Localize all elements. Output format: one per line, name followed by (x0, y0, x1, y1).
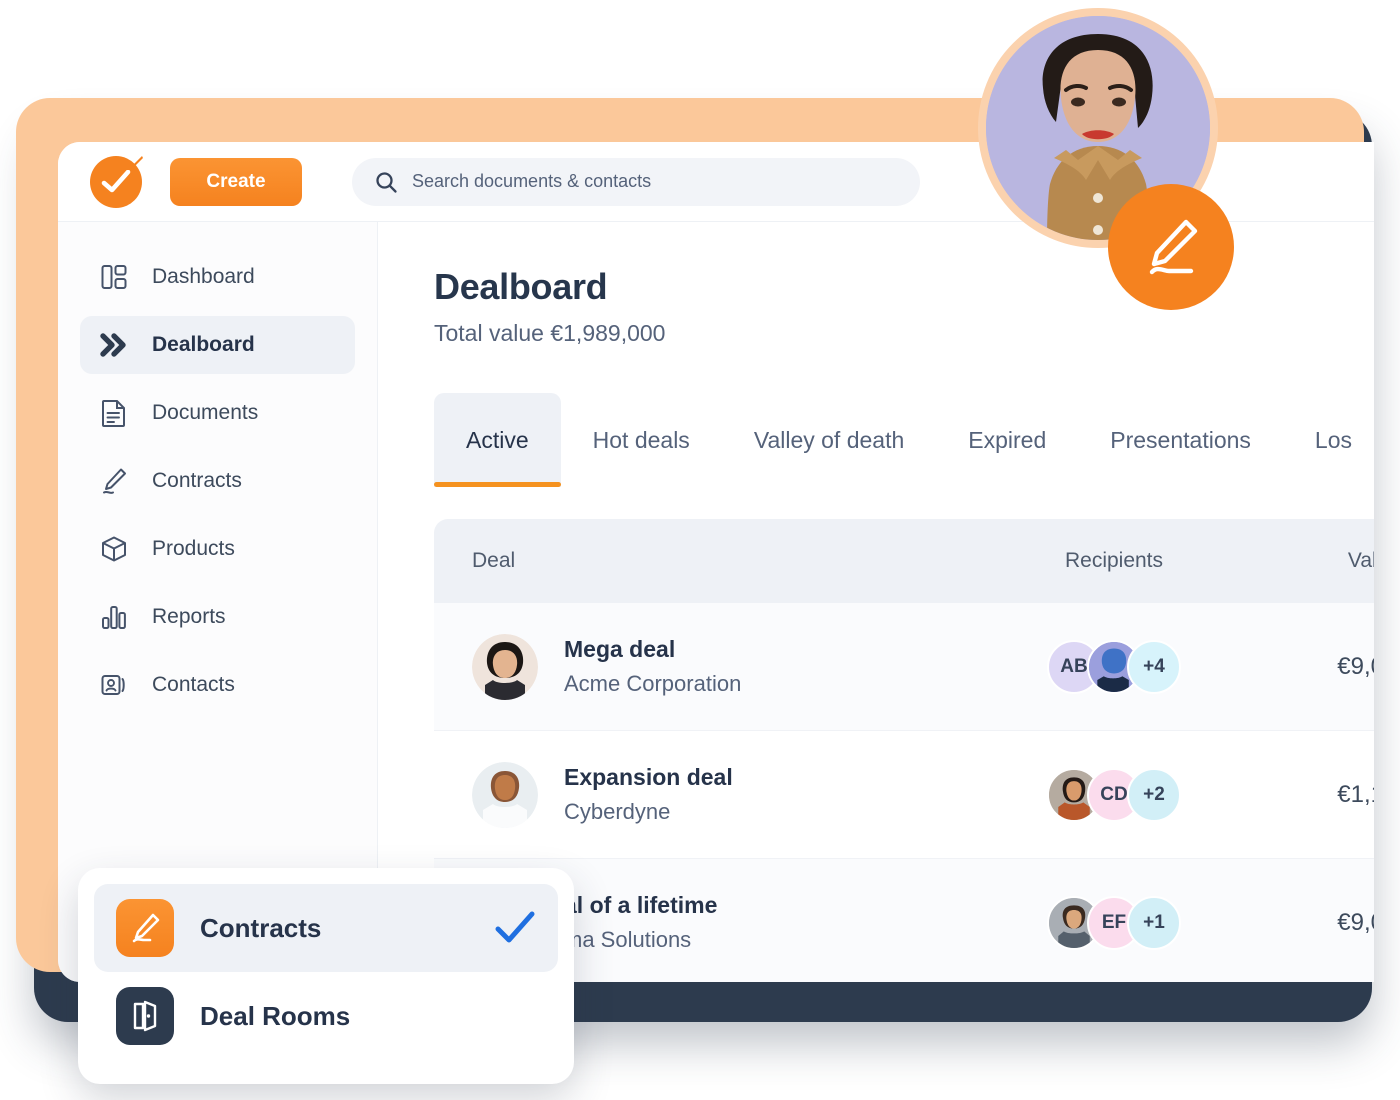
sidebar-item-label: Dashboard (152, 265, 255, 288)
sidebar-item-label: Reports (152, 605, 226, 628)
deal-name: Expansion deal (564, 764, 733, 790)
recipient-avatars[interactable]: EF +1 (1047, 895, 1181, 950)
sidebar-item-contacts[interactable]: Contacts (80, 656, 355, 714)
sidebar-item-documents[interactable]: Documents (80, 384, 355, 442)
popup-item-contracts[interactable]: Contracts (94, 884, 558, 972)
check-icon (494, 910, 536, 946)
deal-value: €9,000 (1337, 652, 1374, 680)
sidebar-item-products[interactable]: Products (80, 520, 355, 578)
tab-valley-of-death[interactable]: Valley of death (722, 393, 936, 487)
tab-label: Expired (968, 426, 1047, 453)
tab-label: Active (466, 426, 529, 453)
tab-hot-deals[interactable]: Hot deals (561, 393, 722, 487)
search-input[interactable] (412, 171, 892, 192)
contact-card-icon (98, 669, 130, 701)
recipient-overflow-chip: +2 (1127, 767, 1181, 822)
popup-item-deal-rooms[interactable]: Deal Rooms (94, 972, 558, 1060)
sidebar-item-dealboard[interactable]: Dealboard (80, 316, 355, 374)
avatar (472, 633, 538, 700)
screenshot-stage: Create Search documents & contacts Dashb… (0, 0, 1400, 1100)
deal-value: €9,000 (1337, 908, 1374, 936)
tab-label: Valley of death (753, 426, 905, 453)
popup-item-label: Deal Rooms (200, 1000, 351, 1031)
document-lines-icon (98, 397, 130, 429)
deal-organization: Cyberdyne (564, 799, 671, 824)
tab-expired[interactable]: Expired (936, 393, 1078, 487)
table-row[interactable]: al of a lifetime ma Solutions EF +1 €9, (434, 859, 1374, 982)
tab-label: Presentations (1110, 426, 1251, 453)
deal-organization: Acme Corporation (564, 671, 742, 696)
deal-value: €1,189 (1337, 780, 1374, 808)
cube-box-icon (98, 533, 130, 565)
search-bar[interactable] (352, 157, 920, 206)
open-door-icon (116, 987, 174, 1045)
checkmark-badge-icon[interactable] (90, 155, 143, 208)
sidebar-item-contracts[interactable]: Contracts (80, 452, 355, 510)
avatar (472, 761, 538, 828)
sidebar-item-dashboard[interactable]: Dashboard (80, 248, 355, 306)
deal-name: al of a lifetime (564, 892, 718, 918)
sidebar-item-label: Products (152, 537, 235, 560)
double-chevron-right-icon (98, 329, 130, 361)
deal-organization: ma Solutions (564, 927, 692, 952)
deal-name: Mega deal (564, 636, 676, 662)
sidebar-item-label: Contracts (152, 469, 242, 492)
tab-presentations[interactable]: Presentations (1078, 393, 1283, 487)
sidebar-item-reports[interactable]: Reports (80, 588, 355, 646)
search-icon (374, 170, 398, 194)
column-header-recipients: Recipients (1064, 549, 1164, 572)
compose-sign-fab[interactable] (1108, 184, 1234, 310)
sidebar-item-label: Dealboard (152, 333, 255, 356)
column-header-deal: Deal (472, 549, 516, 572)
table-row[interactable]: Expansion deal Cyberdyne CD +2 €1, (434, 731, 1374, 859)
mode-switch-popup: Contracts Deal Rooms (78, 868, 574, 1084)
sidebar-item-label: Contacts (152, 673, 235, 696)
bar-chart-icon (98, 601, 130, 633)
pen-signature-icon (116, 899, 174, 957)
pen-signature-icon (98, 465, 130, 497)
tab-bar: Active Hot deals Valley of death Expired… (434, 393, 1374, 487)
total-value-subtitle: Total value €1,989,000 (434, 320, 666, 346)
recipient-avatars[interactable]: AB +4 (1047, 639, 1181, 694)
sidebar-item-label: Documents (152, 401, 259, 424)
popup-item-label: Contracts (200, 912, 322, 943)
table-row[interactable]: Mega deal Acme Corporation AB +4 €9, (434, 603, 1374, 731)
column-header-value: Value (1347, 549, 1374, 572)
table-header-row: Deal Recipients Value (434, 519, 1374, 603)
deals-table: Deal Recipients Value (434, 519, 1374, 982)
create-button[interactable]: Create (170, 157, 302, 206)
recipient-overflow-chip: +1 (1127, 895, 1181, 950)
page-title: Dealboard (434, 266, 608, 307)
tab-lost[interactable]: Los (1283, 393, 1374, 487)
recipient-avatars[interactable]: CD +2 (1047, 767, 1181, 822)
recipient-overflow-chip: +4 (1127, 639, 1181, 694)
dashboard-layout-icon (98, 261, 130, 293)
tab-label: Hot deals (592, 426, 690, 453)
tab-active[interactable]: Active (434, 393, 561, 487)
pen-signature-icon (1149, 219, 1198, 275)
tab-label: Los (1314, 426, 1352, 453)
